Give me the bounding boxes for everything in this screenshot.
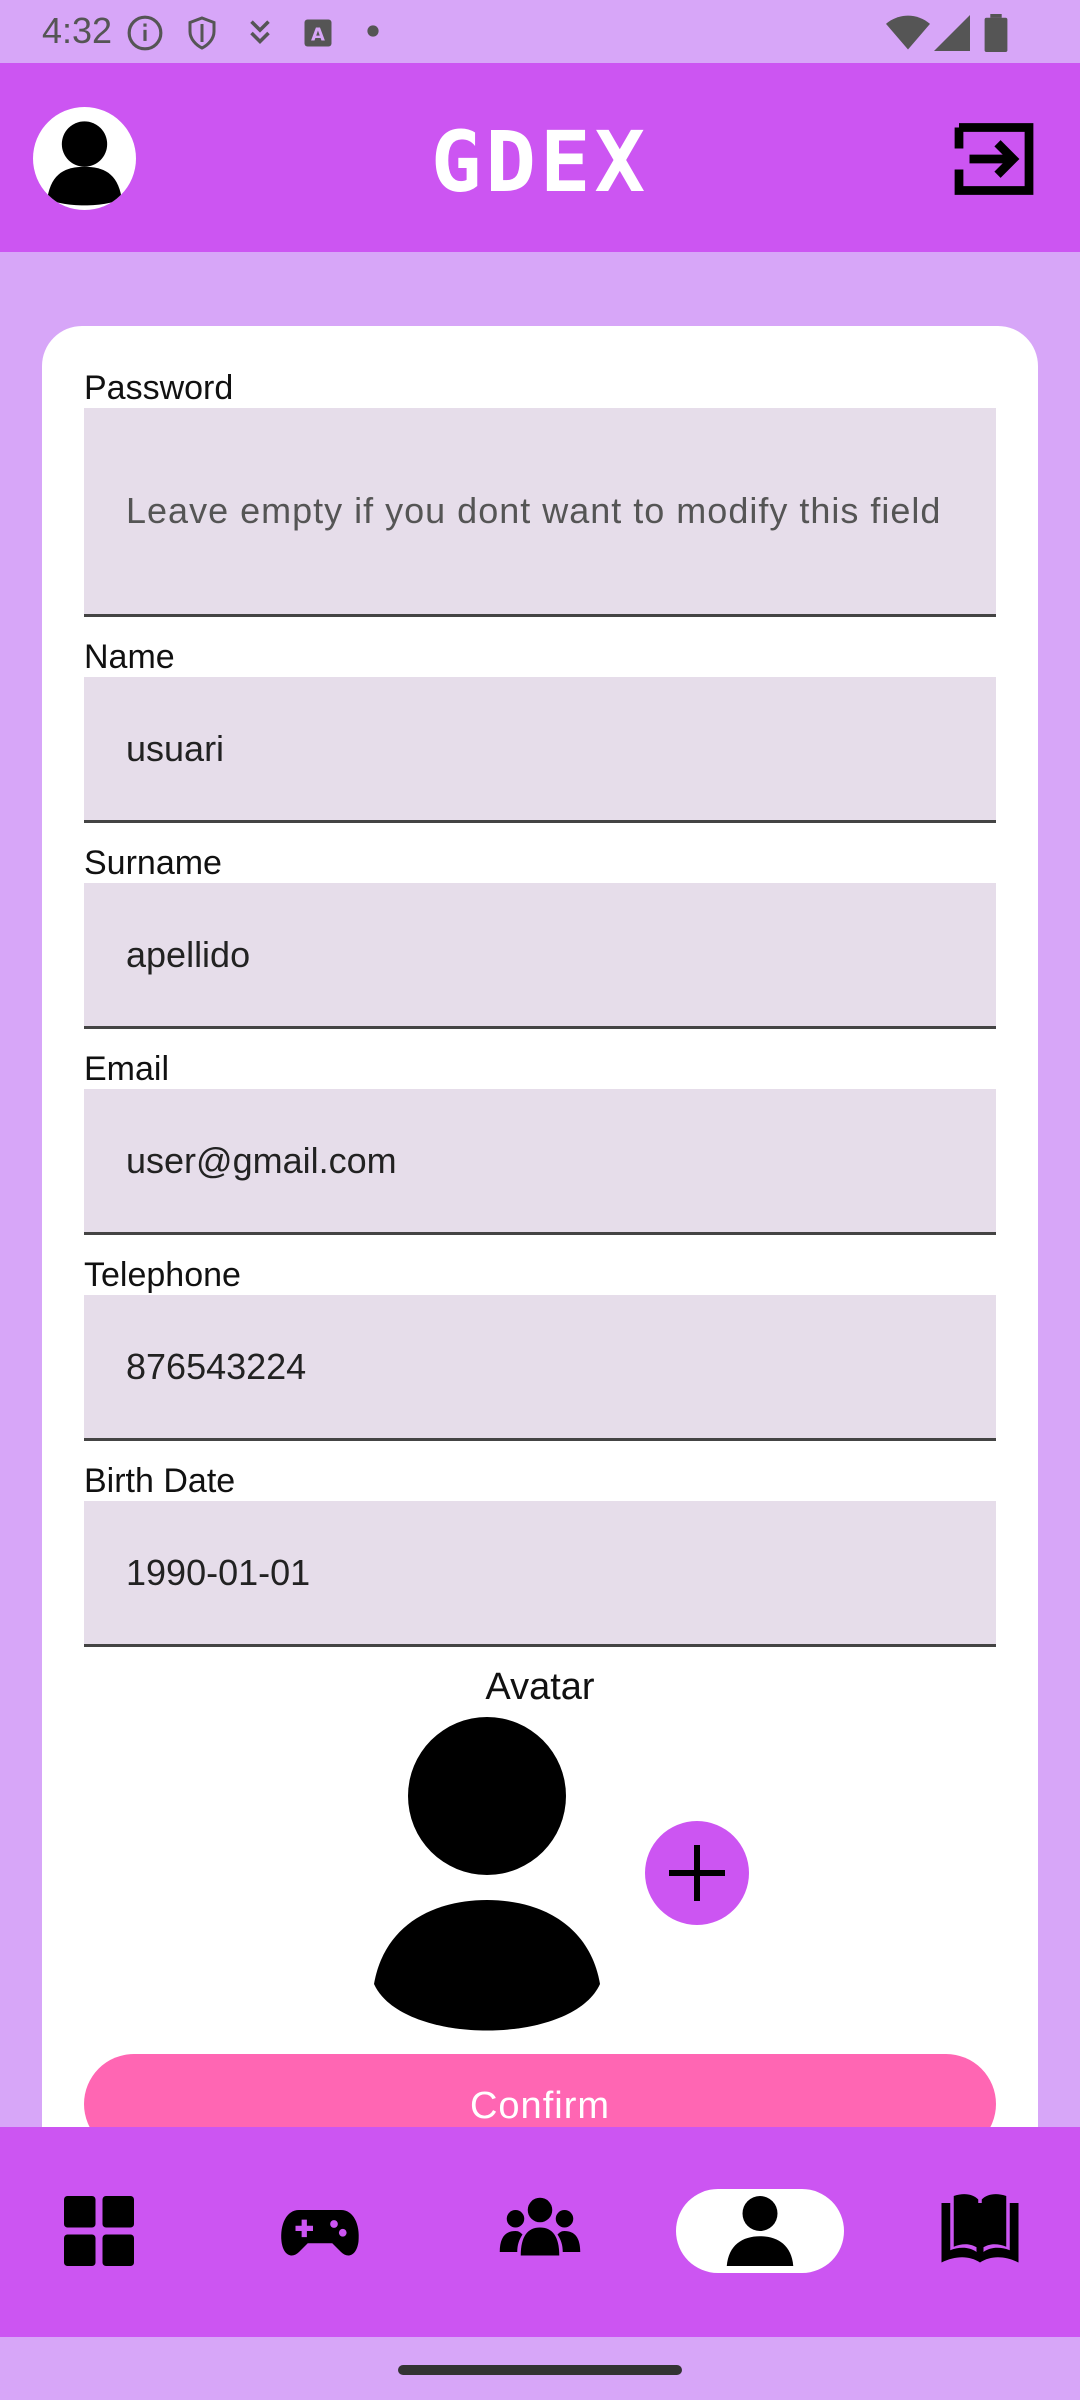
name-value: usuari (126, 727, 225, 769)
status-time: 4:32 (42, 10, 113, 51)
birth-date-field: Birth Date 1990-01-01 (84, 1461, 996, 1647)
birth-date-label: Birth Date (84, 1462, 236, 1500)
wifi-icon (886, 15, 930, 50)
logout-icon[interactable] (952, 117, 1036, 201)
profile-edit-content[interactable]: Password Leave empty if you dont want to… (0, 252, 1080, 2127)
surname-input[interactable]: apellido (84, 883, 996, 1029)
svg-text:A: A (311, 25, 325, 46)
password-label: Password (84, 369, 234, 407)
download-icon (250, 20, 270, 45)
avatar-placeholder-icon (374, 1717, 600, 2031)
password-placeholder: Leave empty if you dont want to modify t… (126, 490, 942, 531)
password-field: Password Leave empty if you dont want to… (84, 368, 996, 617)
telephone-field: Telephone 876543224 (84, 1255, 996, 1441)
gamepad-icon[interactable] (278, 2189, 362, 2273)
surname-label: Surname (84, 844, 222, 882)
email-label: Email (84, 1050, 170, 1088)
email-value: user@gmail.com (126, 1139, 397, 1181)
gesture-handle[interactable] (398, 2365, 682, 2375)
name-field: Name usuari (84, 637, 996, 823)
app-bar: GDEX (0, 63, 1080, 252)
signal-icon (934, 15, 970, 51)
battery-icon (984, 14, 1008, 52)
telephone-input[interactable]: 876543224 (84, 1295, 996, 1441)
email-input[interactable]: user@gmail.com (84, 1089, 996, 1235)
birth-date-value: 1990-01-01 (126, 1551, 311, 1593)
bottom-nav (0, 2127, 1080, 2337)
email-field: Email user@gmail.com (84, 1049, 996, 1235)
name-input[interactable]: usuari (84, 677, 996, 823)
shield-icon (188, 16, 216, 50)
surname-value: apellido (126, 933, 251, 975)
birth-date-input[interactable]: 1990-01-01 (84, 1501, 996, 1647)
telephone-value: 876543224 (126, 1345, 307, 1387)
confirm-button[interactable]: Confirm (84, 2054, 996, 2127)
status-bar: 4:32 A (0, 0, 1080, 63)
surname-field: Surname apellido (84, 843, 996, 1029)
book-icon[interactable] (938, 2189, 1022, 2273)
avatar-label: Avatar (485, 1666, 595, 1708)
name-label: Name (84, 638, 175, 676)
telephone-label: Telephone (84, 1256, 241, 1294)
app-title: GDEX (430, 113, 650, 211)
add-avatar-button[interactable] (645, 1821, 749, 1925)
profile-form-card: Password Leave empty if you dont want to… (42, 326, 1038, 2127)
plus-icon (669, 1845, 725, 1901)
password-input[interactable]: Leave empty if you dont want to modify t… (84, 408, 996, 617)
info-icon (127, 15, 163, 51)
person-icon[interactable] (718, 2189, 802, 2273)
dot-icon (367, 25, 379, 37)
group-icon[interactable] (498, 2189, 582, 2273)
font-icon: A (304, 19, 332, 47)
dashboard-icon[interactable] (57, 2189, 141, 2273)
